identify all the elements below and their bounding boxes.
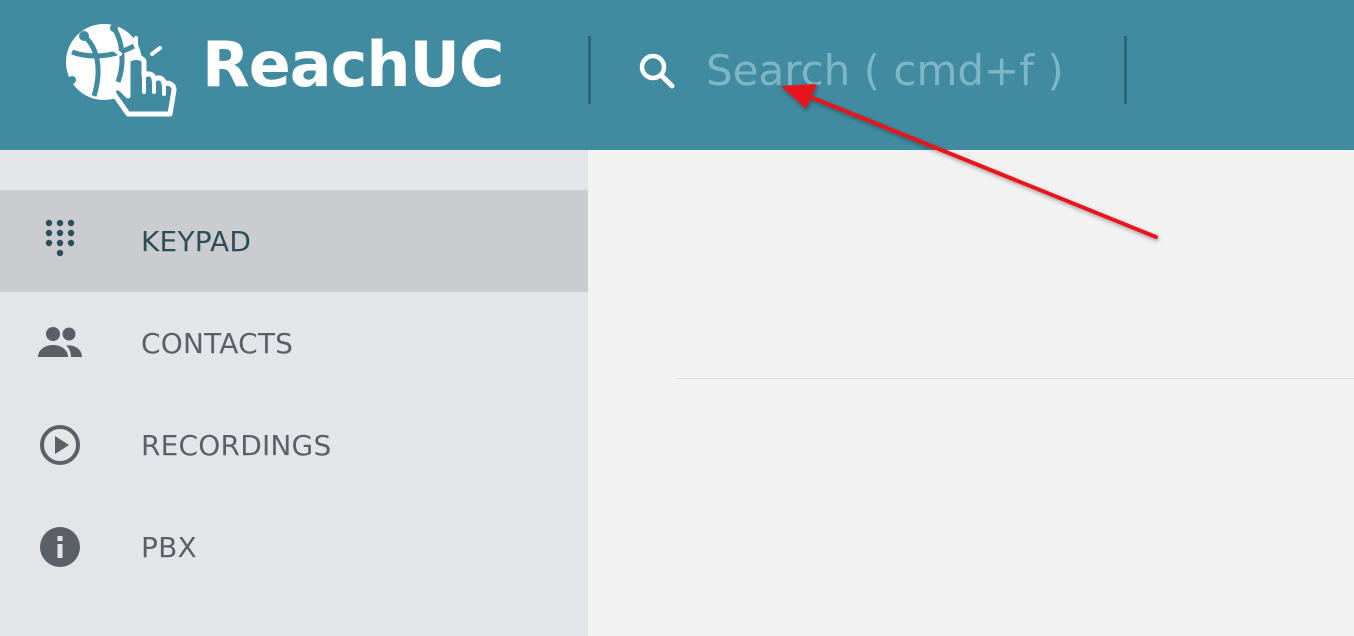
content-divider — [676, 378, 1354, 379]
header-divider-left — [588, 36, 591, 104]
search-icon[interactable] — [634, 48, 680, 94]
sidebar-item-label: KEYPAD — [141, 224, 252, 258]
sidebar-item-label: CONTACTS — [141, 326, 294, 360]
contacts-icon — [36, 319, 84, 367]
sidebar-item-label: PBX — [141, 530, 197, 564]
search-input[interactable] — [706, 38, 1106, 102]
sidebar-item-label: RECORDINGS — [141, 428, 332, 462]
header-divider-right — [1124, 36, 1127, 104]
info-icon — [36, 523, 84, 571]
sidebar-item-pbx[interactable]: PBX — [0, 496, 588, 598]
play-circle-icon — [36, 421, 84, 469]
app-name: ReachUC — [202, 27, 504, 101]
sidebar-item-contacts[interactable]: CONTACTS — [0, 292, 588, 394]
keypad-icon — [36, 217, 84, 265]
reachuc-logo-icon — [66, 24, 177, 117]
app-header: ReachUC — [0, 0, 1354, 150]
sidebar: KEYPAD CONTACTS RECORDINGS PBX — [0, 150, 588, 636]
sidebar-item-keypad[interactable]: KEYPAD — [0, 190, 588, 292]
sidebar-item-recordings[interactable]: RECORDINGS — [0, 394, 588, 496]
app-logo[interactable]: ReachUC — [58, 18, 504, 118]
